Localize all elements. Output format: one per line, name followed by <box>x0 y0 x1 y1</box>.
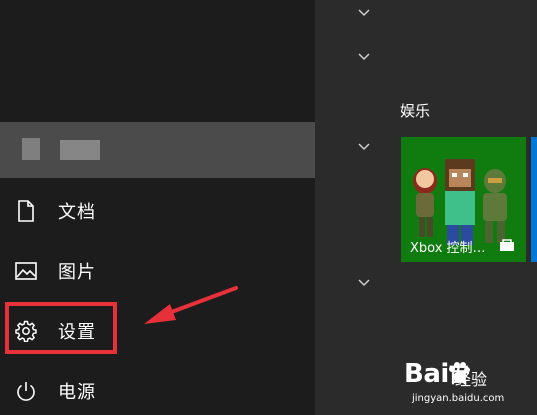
user-account-row[interactable] <box>0 122 315 178</box>
tile-group-label: 娱乐 <box>400 102 431 120</box>
chevron-down-icon[interactable] <box>357 142 371 152</box>
start-item-power-label: 电源 <box>58 382 96 403</box>
watermark-brand-text: Bai <box>404 359 449 389</box>
watermark-url: jingyan.baidu.com <box>412 393 505 404</box>
annotation-arrow-icon <box>144 286 238 324</box>
paw-icon <box>449 362 470 382</box>
adjacent-tile-edge[interactable] <box>531 137 537 262</box>
store-badge-icon <box>500 239 514 251</box>
start-item-pictures-label: 图片 <box>58 262 96 283</box>
start-item-documents[interactable]: 文档 <box>0 189 300 233</box>
pictures-icon <box>14 259 38 283</box>
chevron-down-icon[interactable] <box>357 52 371 62</box>
xbox-tile-caption: Xbox 控制… <box>410 241 486 256</box>
chevron-down-icon[interactable] <box>357 8 371 18</box>
start-item-power[interactable]: 电源 <box>0 369 300 413</box>
power-icon <box>14 379 38 403</box>
user-avatar <box>22 138 40 160</box>
chevron-down-icon[interactable] <box>357 278 371 288</box>
annotation-highlight-box <box>5 302 117 354</box>
start-item-documents-label: 文档 <box>58 202 96 223</box>
document-icon <box>14 199 38 223</box>
user-name-blurred <box>60 140 100 160</box>
